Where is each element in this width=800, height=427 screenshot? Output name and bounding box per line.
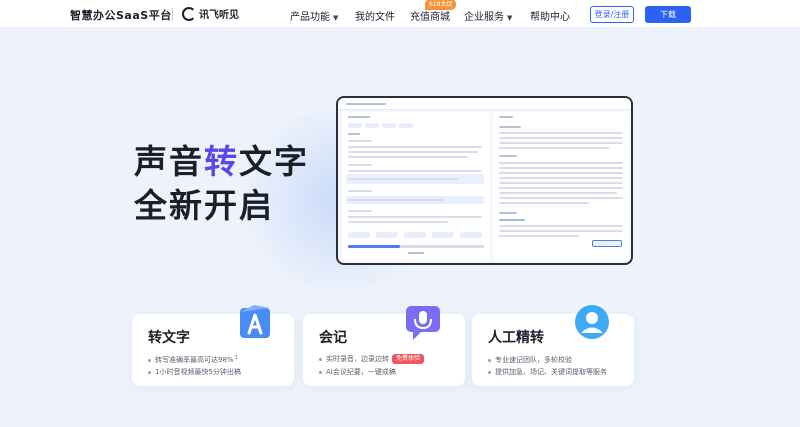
card-bullet: 专业速记团队，多轮校验 <box>488 355 572 365</box>
nav-item-products[interactable]: 产品功能 ▼ <box>290 8 338 23</box>
nav-label: 充值商城 <box>410 12 450 23</box>
nav-item-enterprise[interactable]: 企业服务 ▼ <box>464 8 512 23</box>
card-human-transcription[interactable]: 人工精转 专业速记团队，多轮校验 提供加急、场记、关键词提取等服务 <box>472 305 634 386</box>
card-title: 人工精转 <box>488 330 544 346</box>
card-bullet-text: 提供加急、场记、关键词提取等服务 <box>495 368 607 376</box>
mock-highlight-chip <box>592 240 622 247</box>
hero-line-2: 全新开启 <box>134 186 274 225</box>
login-register-button[interactable]: 登录/注册 <box>590 6 634 23</box>
top-navbar: 智慧办公SaaS平台 讯飞听见 产品功能 ▼ 我的文件 充值商城 618大促 企业… <box>0 0 800 28</box>
product-screenshot <box>336 96 633 265</box>
mock-playback-fill <box>348 245 400 248</box>
card-bullet-text: 转写准确率最高可达98% <box>155 356 234 364</box>
brand-divider <box>172 8 173 21</box>
card-bullet-text: 实时录音，边录边转 <box>326 355 389 363</box>
nav-label: 我的文件 <box>355 12 395 23</box>
footnote-marker: 1 <box>234 355 238 361</box>
chevron-down-icon: ▼ <box>507 14 513 22</box>
card-bullet: 实时录音，边录边转 免费体验 <box>319 354 425 364</box>
card-title: 转文字 <box>148 330 190 346</box>
nav-item-my-files[interactable]: 我的文件 <box>355 8 395 23</box>
card-transcribe[interactable]: 转文字 转写准确率最高可达98%1 1小时音视频最快5分钟出稿 <box>132 305 294 386</box>
microphone-icon <box>406 306 440 340</box>
card-bullet: AI会议纪要，一键成稿 <box>319 367 396 377</box>
hero-text: 文字 <box>239 142 309 181</box>
nav-item-help[interactable]: 帮助中心 <box>530 8 570 23</box>
card-title: 会记 <box>319 330 347 346</box>
chevron-down-icon: ▼ <box>333 14 339 22</box>
card-bullet: 转写准确率最高可达98%1 <box>148 355 238 365</box>
free-trial-tag[interactable]: 免费体验 <box>392 354 425 364</box>
card-meeting-notes[interactable]: 会记 实时录音，边录边转 免费体验 AI会议纪要，一键成稿 <box>303 306 465 386</box>
card-bullet-text: 1小时音视频最快5分钟出稿 <box>155 368 241 376</box>
nav-label: 产品功能 <box>290 12 330 23</box>
person-icon <box>575 305 609 339</box>
hero-text: 声音 <box>134 142 204 181</box>
download-button[interactable]: 下载 <box>645 6 691 23</box>
card-bullet: 1小时音视频最快5分钟出稿 <box>148 367 241 377</box>
mock-transcript-panel <box>342 112 490 262</box>
translate-icon <box>240 305 270 338</box>
logo-text: 讯飞听见 <box>199 10 239 21</box>
hero-title: 声音转文字 全新开启 <box>134 140 309 228</box>
platform-brand[interactable]: 智慧办公SaaS平台 <box>70 7 172 23</box>
promo-badge: 618大促 <box>425 0 457 10</box>
hero-line-1: 声音转文字 <box>134 140 309 184</box>
card-bullet-text: 专业速记团队，多轮校验 <box>495 356 572 364</box>
logo-mark-icon <box>182 6 196 21</box>
nav-label: 企业服务 <box>464 12 504 23</box>
card-bullet: 提供加急、场记、关键词提取等服务 <box>488 367 607 377</box>
card-bullet-text: AI会议纪要，一键成稿 <box>326 368 396 376</box>
hero-accent-text: 转 <box>204 142 239 181</box>
nav-item-store[interactable]: 充值商城 <box>410 8 450 23</box>
mock-titlebar <box>338 98 631 110</box>
xunfei-tingjian-logo[interactable]: 讯飞听见 <box>182 6 239 21</box>
nav-label: 帮助中心 <box>530 12 570 23</box>
